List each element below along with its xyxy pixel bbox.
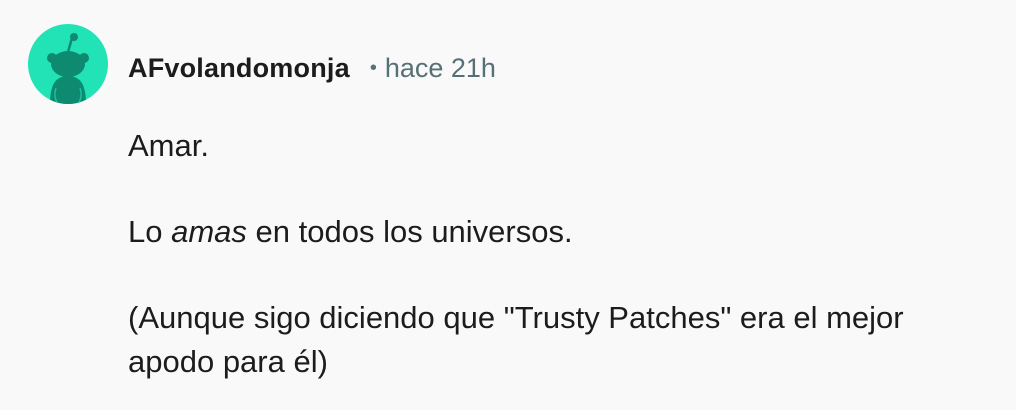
user-avatar[interactable] bbox=[28, 24, 108, 104]
snoo-avatar-icon bbox=[47, 33, 89, 104]
comment-paragraph-1: Amar. bbox=[128, 128, 209, 163]
comment-paragraph-3: (Aunque sigo diciendo que "Trusty Patche… bbox=[128, 300, 904, 379]
comment-body: Amar. Lo amas en todos los universos. (A… bbox=[128, 124, 998, 384]
paragraph-2-after: en todos los universos. bbox=[246, 214, 573, 249]
username-link[interactable]: AFvolandomonja bbox=[128, 53, 350, 84]
comment-header: AFvolandomonja • hace 21h bbox=[128, 50, 496, 86]
timestamp[interactable]: hace 21h bbox=[385, 53, 496, 84]
comment-paragraph-2: Lo amas en todos los universos. bbox=[128, 210, 998, 254]
paragraph-2-before: Lo bbox=[128, 214, 172, 249]
separator-dot: • bbox=[369, 57, 377, 79]
paragraph-2-emphasis: amas bbox=[171, 214, 247, 249]
